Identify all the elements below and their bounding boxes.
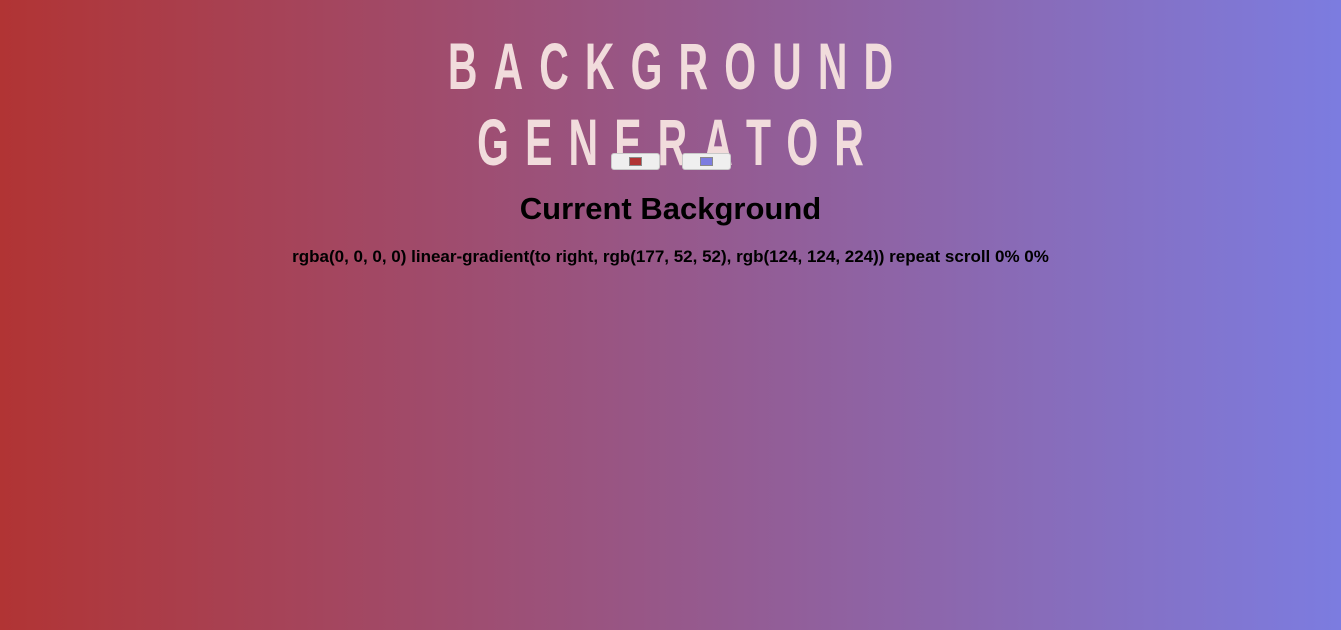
current-background-css: rgba(0, 0, 0, 0) linear-gradient(to righ… [292,247,1049,266]
color-swatch-1 [628,157,642,166]
current-background-heading: Current Background [519,191,822,226]
color-picker-1[interactable] [610,153,660,170]
color-pickers [0,153,1341,170]
page: { "title": "BACKGROUND GENERATOR", "pick… [0,0,1341,630]
color-picker-2[interactable] [681,153,731,170]
color-swatch-2 [699,157,713,166]
